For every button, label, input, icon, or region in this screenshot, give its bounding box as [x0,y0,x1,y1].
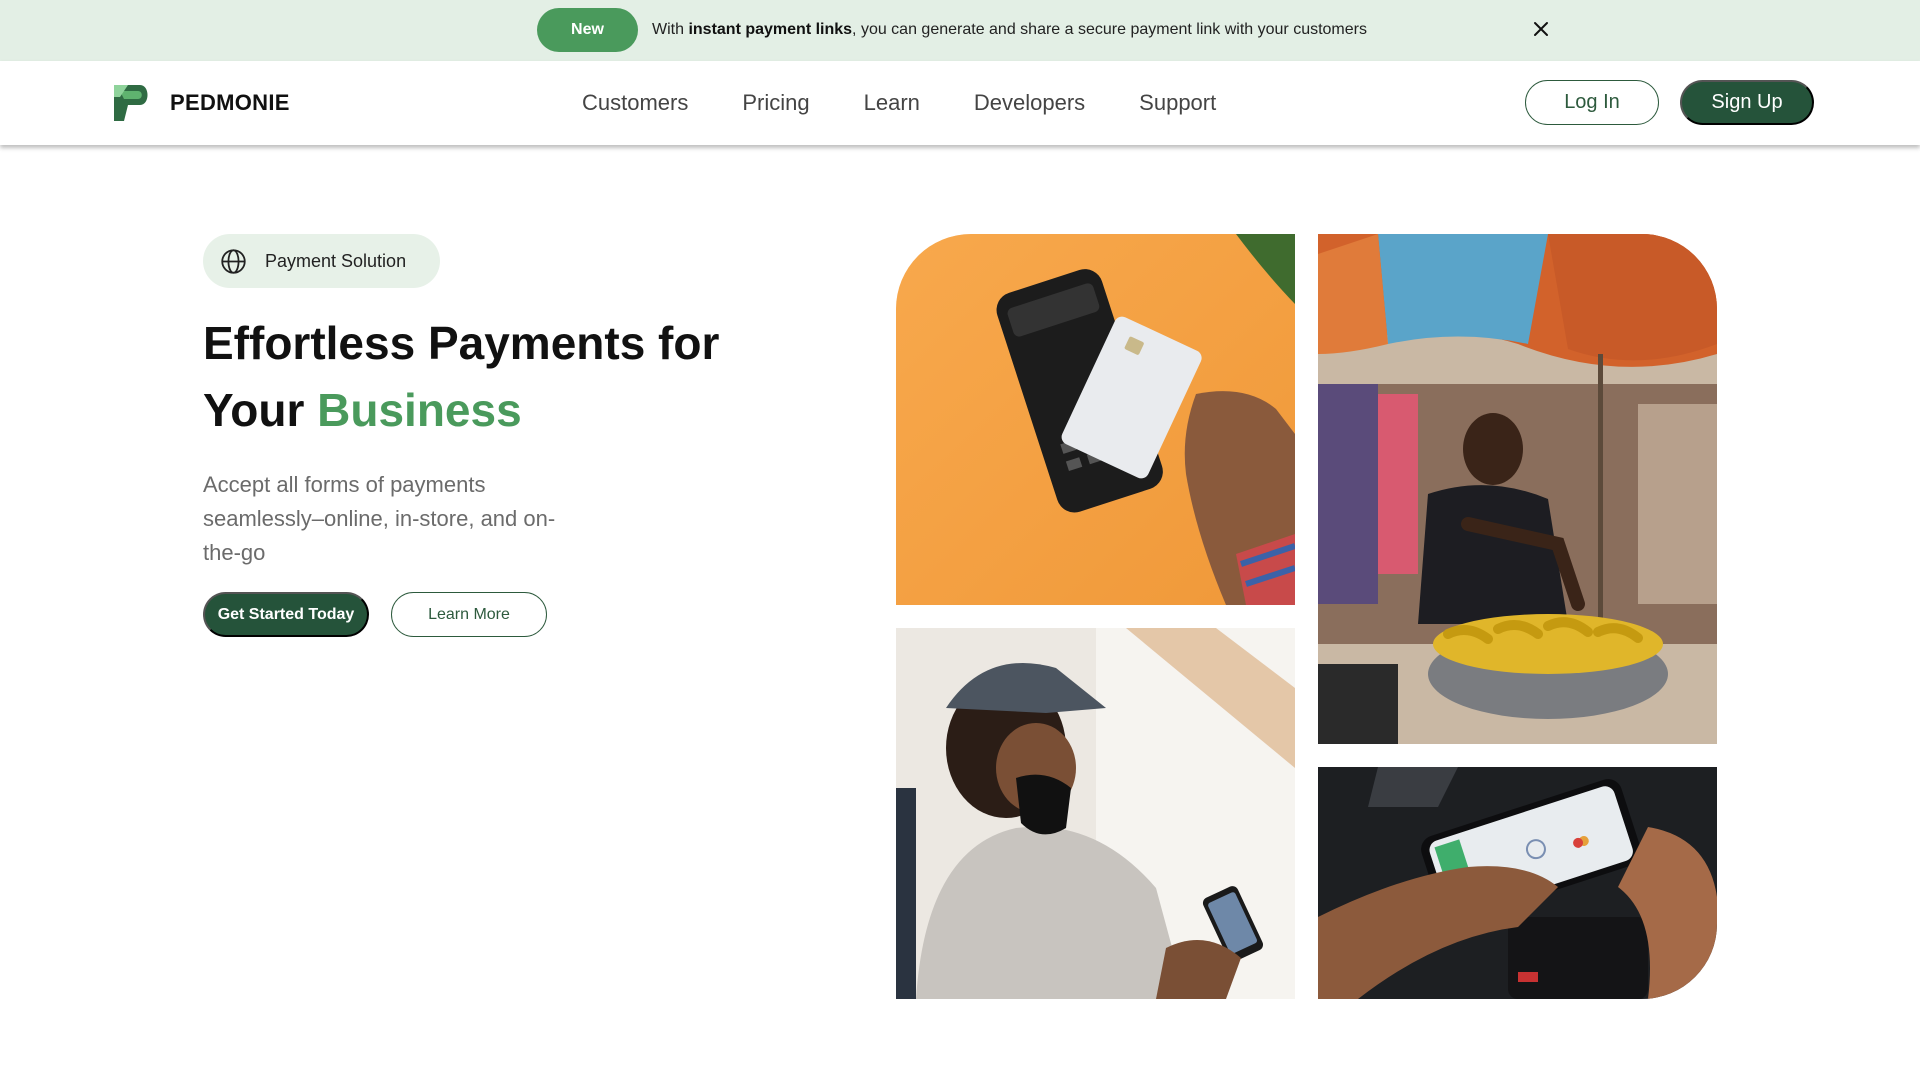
hero-subtitle: Accept all forms of payments seamlessly–… [203,472,556,565]
globe-icon [221,248,246,274]
hero-title-accent: Business [317,384,522,436]
login-button[interactable]: Log In [1525,80,1659,125]
top-navbar: PEDMONIE Customers Pricing Learn Develop… [0,61,1920,145]
card-payment-terminal-photo [896,234,1295,605]
customer-phone-payment-photo [896,628,1295,999]
market-vendor-photo [1318,234,1717,744]
nav-link-support[interactable]: Support [1139,90,1216,116]
pill-label: Payment Solution [265,250,407,271]
hero-title: Effortless Payments for Your Business [203,317,720,436]
payment-solution-pill: Payment Solution [203,234,440,288]
nav-link-pricing[interactable]: Pricing [742,90,809,116]
new-badge[interactable]: New [537,8,638,52]
brand-name: PEDMONIE [170,90,290,115]
announcement-text: With instant payment links, you can gene… [652,21,1367,38]
get-started-button[interactable]: Get Started Today [203,592,369,637]
nav-link-customers[interactable]: Customers [582,90,688,116]
brand-logo[interactable]: PEDMONIE [110,83,290,123]
contactless-phone-payment-photo [1318,767,1717,999]
logo-icon [114,85,148,121]
close-icon[interactable] [1528,16,1554,42]
learn-more-button[interactable]: Learn More [391,592,547,637]
nav-link-developers[interactable]: Developers [974,90,1085,116]
signup-button[interactable]: Sign Up [1680,80,1814,125]
nav-links: Customers Pricing Learn Developers Suppo… [582,90,1270,116]
announcement-highlight: instant payment links [688,21,853,38]
nav-link-learn[interactable]: Learn [864,90,920,116]
announcement-bar: New With instant payment links, you can … [0,0,1920,61]
